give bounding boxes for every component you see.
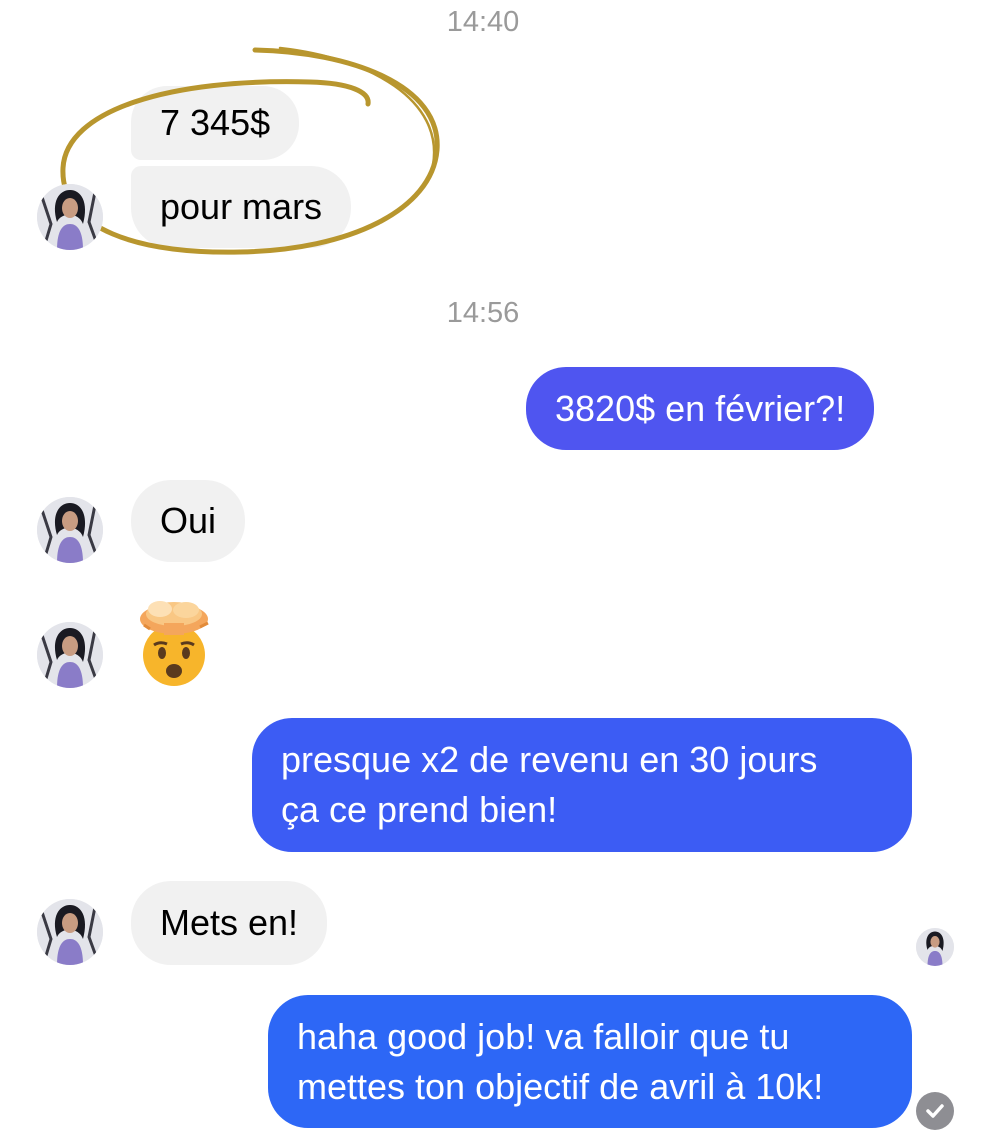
message-text: presque x2 de revenu en 30 jours ça ce p… [281,735,817,835]
seen-avatar-icon [916,928,954,966]
timestamp: 14:40 [446,6,520,38]
outgoing-message[interactable]: 3820$ en février?! [526,367,875,450]
outgoing-message[interactable]: haha good job! va falloir que tu mettes … [268,995,912,1128]
message-line: ça ce prend bien! [281,789,558,830]
contact-avatar[interactable] [37,622,103,688]
exploding-head-icon[interactable] [130,595,222,687]
message-line: mettes ton objectif de avril à 10k! [297,1065,824,1107]
message-text: 3820$ en février?! [555,387,846,429]
incoming-message[interactable]: Oui [131,480,246,562]
message-line: presque x2 de revenu en 30 jours [281,739,818,780]
incoming-message[interactable]: Mets en! [131,881,328,965]
outgoing-message[interactable]: presque x2 de revenu en 30 jours ça ce p… [252,718,912,852]
sent-check-icon [916,1092,954,1130]
message-text: haha good job! va falloir que tu mettes … [297,1012,823,1112]
contact-avatar[interactable] [37,497,103,563]
circle-annotation [60,46,440,255]
contact-avatar[interactable] [37,899,103,965]
timestamp: 14:56 [446,297,520,329]
contact-avatar[interactable] [37,184,103,250]
message-text: Mets en! [160,902,299,943]
message-line: haha good job! va falloir que tu [297,1015,790,1057]
message-text: Oui [160,500,217,541]
